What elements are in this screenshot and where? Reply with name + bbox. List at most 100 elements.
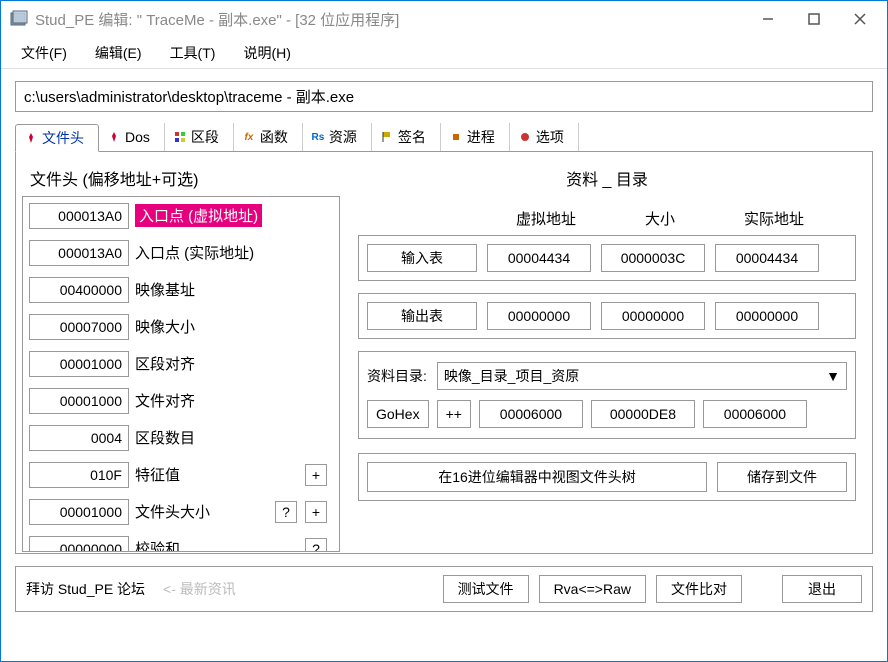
plus-plus-button[interactable]: ++ [437, 400, 471, 428]
header-row[interactable]: 00001000 文件对齐 [23, 382, 339, 419]
import-size: 0000003C [601, 244, 705, 272]
gohex-button[interactable]: GoHex [367, 400, 429, 428]
menu-edit[interactable]: 编辑(E) [87, 39, 150, 67]
tab-bar: 文件头 Dos 区段 fx 函数 Rs 资源 签名 进程 选项 [15, 122, 873, 152]
hex-value: 0004 [29, 425, 129, 451]
col-ra: 实际地址 [724, 208, 824, 229]
tab-functions[interactable]: fx 函数 [234, 123, 303, 151]
columns-header: 虚拟地址 大小 实际地址 [496, 208, 856, 229]
app-icon [9, 9, 29, 29]
hex-value: 00001000 [29, 499, 129, 525]
tab-header[interactable]: 文件头 [15, 124, 99, 152]
chip-icon [449, 130, 463, 144]
header-row[interactable]: 00001000 文件头大小? + [23, 493, 339, 530]
right-panel-title: 资料 _ 目录 [358, 166, 856, 190]
close-button[interactable] [837, 3, 883, 35]
fx-icon: fx [242, 130, 256, 144]
flag-icon [380, 130, 394, 144]
maximize-button[interactable] [791, 3, 837, 35]
window-title: Stud_PE 编辑: " TraceMe - 副本.exe" - [32 位应… [35, 9, 745, 30]
import-ra: 00004434 [715, 244, 819, 272]
file-path: c:\users\administrator\desktop\traceme -… [15, 81, 873, 112]
header-row[interactable]: 000013A0 入口点 (虚拟地址) [23, 197, 339, 234]
left-panel-title: 文件头 (偏移地址+可选) [30, 166, 340, 190]
hex-value: 00000000 [29, 536, 129, 552]
chevron-down-icon: ▼ [826, 368, 840, 384]
main-panel: 文件头 (偏移地址+可选) 000013A0入口点 (虚拟地址)000013A0… [15, 152, 873, 554]
dir-v1: 00006000 [479, 400, 583, 428]
header-row[interactable]: 00007000 映像大小 [23, 308, 339, 345]
directory-combo[interactable]: 映像_目录_项目_资原 ▼ [437, 362, 847, 390]
compare-button[interactable]: 文件比对 [656, 575, 742, 603]
tab-label: 选项 [536, 127, 564, 147]
row-label: 特征值 [135, 464, 180, 485]
pin-icon [107, 130, 121, 144]
pin-icon [24, 131, 38, 145]
row-label: 映像基址 [135, 279, 195, 300]
hex-value: 00001000 [29, 351, 129, 377]
minimize-button[interactable] [745, 3, 791, 35]
header-list-scroll[interactable]: 000013A0 入口点 (虚拟地址) 000013A0 入口点 (实际地址) 0040… [23, 197, 339, 551]
action-row: 在16进位编辑器中视图文件头树 储存到文件 [358, 453, 856, 501]
row-label: 文件对齐 [135, 390, 195, 411]
tab-label: 进程 [467, 127, 495, 147]
hex-value: 000013A0 [29, 240, 129, 266]
tab-signature[interactable]: 签名 [372, 123, 441, 151]
forum-link[interactable]: 拜访 Stud_PE 论坛 [26, 579, 145, 599]
hex-value: 00400000 [29, 277, 129, 303]
row-label: 区段对齐 [135, 353, 195, 374]
plus-button[interactable]: + [305, 464, 327, 486]
directory-selected: 映像_目录_项目_资原 [444, 366, 579, 386]
header-row[interactable]: 0004 区段数目 [23, 419, 339, 456]
view-tree-button[interactable]: 在16进位编辑器中视图文件头树 [367, 462, 707, 492]
row-label: 文件头大小 [135, 501, 210, 522]
exit-button[interactable]: 退出 [782, 575, 862, 603]
menu-file[interactable]: 文件(F) [13, 39, 75, 67]
gear-icon [518, 130, 532, 144]
tab-dos[interactable]: Dos [99, 123, 165, 151]
menu-help[interactable]: 说明(H) [235, 39, 298, 67]
row-label: 区段数目 [135, 427, 195, 448]
tab-label: 函数 [260, 127, 288, 147]
row-label: 入口点 (实际地址) [135, 242, 254, 263]
directory-label: 资料目录: [367, 366, 427, 386]
footer-bar: 拜访 Stud_PE 论坛 <- 最新资讯 测试文件 Rva<=>Raw 文件比… [15, 566, 873, 612]
test-file-button[interactable]: 测试文件 [443, 575, 529, 603]
directory-box: 资料目录: 映像_目录_项目_资原 ▼ GoHex ++ 00006000 00… [358, 351, 856, 439]
tab-options[interactable]: 选项 [510, 123, 579, 151]
header-row[interactable]: 00400000 映像基址 [23, 271, 339, 308]
news-label: <- 最新资讯 [163, 579, 236, 599]
tab-sections[interactable]: 区段 [165, 123, 234, 151]
header-row[interactable]: 00001000 区段对齐 [23, 345, 339, 382]
row-label: 映像大小 [135, 316, 195, 337]
row-label: 入口点 (虚拟地址) [135, 204, 262, 227]
header-row[interactable]: 010F特征值+ [23, 456, 339, 493]
tab-label: 区段 [191, 127, 219, 147]
header-row[interactable]: 00000000 校验和? [23, 530, 339, 551]
titlebar: Stud_PE 编辑: " TraceMe - 副本.exe" - [32 位应… [1, 1, 887, 37]
help-button[interactable]: ? [275, 501, 297, 523]
tab-label: 资源 [329, 127, 357, 147]
help-button[interactable]: ? [305, 538, 327, 552]
save-file-button[interactable]: 储存到文件 [717, 462, 847, 492]
import-button[interactable]: 输入表 [367, 244, 477, 272]
plus-button[interactable]: + [305, 501, 327, 523]
hex-value: 000013A0 [29, 203, 129, 229]
hex-value: 00001000 [29, 388, 129, 414]
dir-v3: 00006000 [703, 400, 807, 428]
rs-icon: Rs [311, 130, 325, 144]
tab-process[interactable]: 进程 [441, 123, 510, 151]
import-row: 输入表 00004434 0000003C 00004434 [358, 235, 856, 281]
col-size: 大小 [610, 208, 710, 229]
rva-raw-button[interactable]: Rva<=>Raw [539, 575, 646, 603]
hex-value: 00007000 [29, 314, 129, 340]
export-va: 00000000 [487, 302, 591, 330]
row-label: 校验和 [135, 538, 180, 551]
dir-v2: 00000DE8 [591, 400, 695, 428]
export-button[interactable]: 输出表 [367, 302, 477, 330]
export-ra: 00000000 [715, 302, 819, 330]
menu-tools[interactable]: 工具(T) [162, 39, 224, 67]
export-size: 00000000 [601, 302, 705, 330]
tab-resources[interactable]: Rs 资源 [303, 123, 372, 151]
header-row[interactable]: 000013A0 入口点 (实际地址) [23, 234, 339, 271]
